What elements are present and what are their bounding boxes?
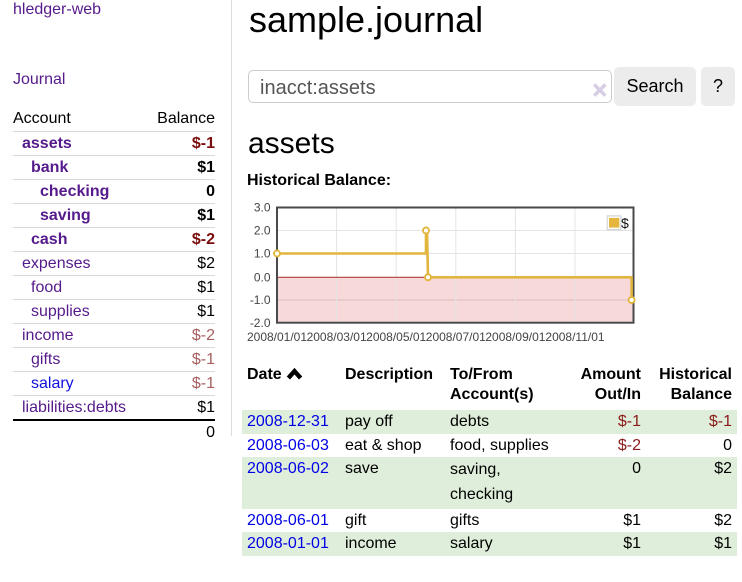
svg-text:2008/05/01: 2008/05/01: [366, 330, 426, 344]
svg-text:1.0: 1.0: [254, 247, 271, 261]
svg-text:0.0: 0.0: [254, 271, 271, 285]
svg-text:2008/07/01: 2008/07/01: [426, 330, 486, 344]
svg-text:2.0: 2.0: [254, 224, 271, 238]
svg-text:2008/03/01: 2008/03/01: [307, 330, 367, 344]
svg-text:2008/09/01: 2008/09/01: [485, 330, 545, 344]
svg-text:2008/01/01: 2008/01/01: [247, 330, 307, 344]
svg-text:$: $: [621, 215, 629, 231]
svg-text:-2.0: -2.0: [250, 316, 271, 330]
svg-text:-1.0: -1.0: [250, 293, 271, 307]
svg-text:2008/11/01: 2008/11/01: [545, 330, 604, 344]
svg-text:3.0: 3.0: [254, 201, 271, 215]
